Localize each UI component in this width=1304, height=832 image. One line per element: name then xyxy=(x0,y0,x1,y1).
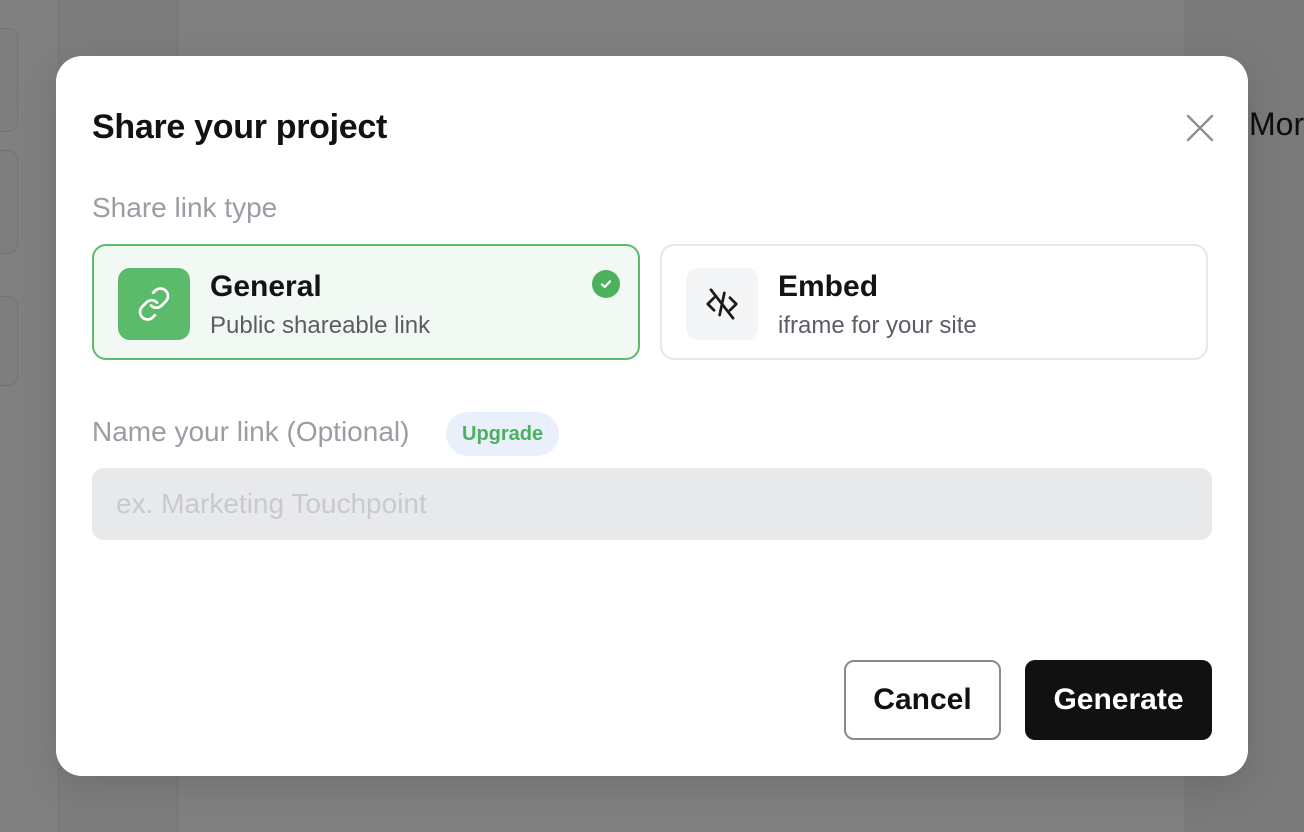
option-general-subtitle: Public shareable link xyxy=(210,312,431,339)
share-link-type-label: Share link type xyxy=(92,192,278,223)
option-embed-title: Embed xyxy=(778,270,879,303)
code-off-icon xyxy=(706,288,738,320)
dialog-title: Share your project xyxy=(92,108,388,146)
option-embed-subtitle: iframe for your site xyxy=(778,312,977,339)
background-more-text: Mor xyxy=(1249,106,1304,142)
close-button[interactable] xyxy=(1184,112,1216,144)
option-embed[interactable]: Embed iframe for your site xyxy=(660,244,1208,360)
link-name-input[interactable] xyxy=(92,468,1212,540)
embed-icon-box xyxy=(686,268,758,340)
close-icon xyxy=(1186,114,1214,142)
background-card xyxy=(0,150,18,254)
upgrade-badge[interactable]: Upgrade xyxy=(446,412,560,456)
link-icon xyxy=(138,287,170,321)
option-general-title: General xyxy=(210,270,322,303)
background-card xyxy=(0,28,18,132)
general-icon-box xyxy=(118,268,190,340)
cancel-button[interactable]: Cancel xyxy=(844,660,1001,740)
selected-check-icon xyxy=(592,270,620,298)
option-general[interactable]: General Public shareable link xyxy=(92,244,640,360)
background-card xyxy=(0,296,18,386)
link-name-label: Name your link (Optional) xyxy=(92,416,410,447)
generate-button[interactable]: Generate xyxy=(1025,660,1212,740)
share-project-dialog: Share your project Share link type Gener… xyxy=(56,56,1248,776)
